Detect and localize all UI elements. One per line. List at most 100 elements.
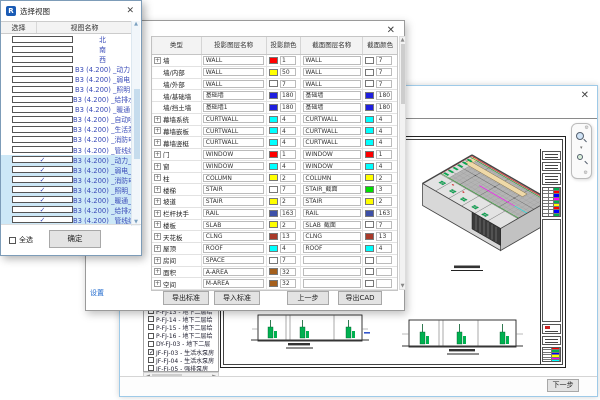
proj-color-swatch[interactable]: [269, 280, 278, 287]
sect-aci-input[interactable]: 4: [376, 127, 392, 136]
sect-layer-input[interactable]: SLAB_截面: [303, 221, 361, 230]
expand-icon[interactable]: +: [154, 221, 161, 228]
sect-layer-input[interactable]: COLUMN: [303, 174, 361, 183]
sect-color-swatch[interactable]: [365, 280, 374, 287]
view-item[interactable]: ✓B3 (4.200) _照明_出图: [1, 185, 132, 195]
view-item[interactable]: B3 (4.200) _管线综合: [1, 145, 132, 155]
proj-color-swatch[interactable]: [269, 210, 278, 217]
sect-layer-input[interactable]: CURTWALL: [303, 127, 361, 136]
sect-color-swatch[interactable]: [365, 57, 374, 64]
magnifier-zoom-icon[interactable]: [576, 132, 584, 140]
proj-layer-input[interactable]: COLUMN: [203, 174, 264, 183]
export-standard-button[interactable]: 导出标准: [163, 291, 209, 305]
sect-aci-input[interactable]: 7: [376, 68, 392, 77]
sect-aci-input[interactable]: 163: [376, 209, 392, 218]
table-scrollbar[interactable]: ▲ ▼: [399, 36, 406, 290]
view-item[interactable]: B3 (4.200) _消防电: [1, 134, 132, 144]
ok-button[interactable]: 确定: [49, 230, 101, 248]
view-item[interactable]: B3 (4.200) _暖通: [1, 104, 132, 114]
proj-layer-input[interactable]: WALL: [203, 56, 264, 65]
sect-layer-input[interactable]: [303, 256, 361, 265]
scroll-thumb[interactable]: [134, 89, 140, 159]
sect-aci-input[interactable]: 4: [376, 162, 392, 171]
proj-aci-input[interactable]: 4: [280, 162, 296, 171]
proj-layer-input[interactable]: 基础墙: [203, 91, 264, 100]
proj-layer-input[interactable]: SPACE: [203, 256, 264, 265]
proj-aci-input[interactable]: 7: [280, 185, 296, 194]
proj-aci-input[interactable]: 50: [280, 68, 296, 77]
sect-layer-input[interactable]: STAIR: [303, 197, 361, 206]
proj-aci-input[interactable]: 13: [280, 232, 296, 241]
proj-layer-input[interactable]: CURTWALL: [203, 127, 264, 136]
sect-color-swatch[interactable]: [365, 92, 374, 99]
view-item[interactable]: 西: [1, 54, 132, 64]
magnifier-fit-icon[interactable]: [577, 154, 583, 160]
settings-link[interactable]: 设置: [90, 288, 104, 298]
expand-icon[interactable]: +: [154, 186, 161, 193]
sect-color-swatch[interactable]: [365, 151, 374, 158]
sect-color-swatch[interactable]: [365, 104, 374, 111]
expand-icon[interactable]: +: [154, 268, 161, 275]
proj-aci-input[interactable]: 7: [280, 80, 296, 89]
view-checkbox[interactable]: ✓: [12, 166, 73, 173]
view-item[interactable]: B3 (4.200) _照明: [1, 84, 132, 94]
sect-aci-input[interactable]: 2: [376, 197, 392, 206]
view-checkbox[interactable]: [12, 36, 73, 43]
sect-layer-input[interactable]: WINDOW: [303, 162, 361, 171]
sect-aci-input[interactable]: 7: [376, 221, 392, 230]
proj-layer-input[interactable]: WALL: [203, 68, 264, 77]
sheet-checkbox[interactable]: [148, 333, 154, 339]
expand-icon[interactable]: +: [154, 151, 161, 158]
sheet-checkbox[interactable]: [148, 341, 154, 347]
previous-step-button[interactable]: 上一步: [287, 291, 329, 305]
sect-layer-input[interactable]: WALL: [303, 80, 361, 89]
expand-icon[interactable]: +: [154, 174, 161, 181]
scroll-down-icon[interactable]: ▼: [400, 283, 405, 289]
proj-color-swatch[interactable]: [269, 127, 278, 134]
view-checkbox[interactable]: [12, 116, 73, 123]
proj-aci-input[interactable]: 32: [280, 279, 296, 288]
expand-icon[interactable]: +: [154, 257, 161, 264]
gear-icon[interactable]: ⚙: [585, 126, 589, 131]
sheet-checkbox[interactable]: [148, 365, 154, 371]
sect-aci-input[interactable]: 3: [376, 185, 392, 194]
sect-aci-input[interactable]: 180: [376, 91, 392, 100]
proj-layer-input[interactable]: 基础墙1: [203, 103, 264, 112]
view-checkbox[interactable]: [12, 146, 73, 153]
proj-color-swatch[interactable]: [269, 198, 278, 205]
proj-color-swatch[interactable]: [269, 116, 278, 123]
sect-layer-input[interactable]: 基础墙: [303, 103, 361, 112]
view-checkbox[interactable]: [12, 136, 73, 143]
sheet-checkbox[interactable]: ✓: [148, 349, 154, 355]
proj-color-swatch[interactable]: [269, 69, 278, 76]
view-item[interactable]: ✓B3 (4.200) _暖通_出图: [1, 195, 132, 205]
proj-layer-input[interactable]: WALL: [203, 80, 264, 89]
proj-aci-input[interactable]: 2: [280, 174, 296, 183]
sect-aci-input[interactable]: 4: [376, 244, 392, 253]
scroll-up-icon[interactable]: ▲: [400, 37, 405, 43]
proj-color-swatch[interactable]: [269, 257, 278, 264]
proj-layer-input[interactable]: CURTWALL: [203, 138, 264, 147]
proj-color-swatch[interactable]: [269, 268, 278, 275]
expand-icon[interactable]: +: [154, 139, 161, 146]
proj-aci-input[interactable]: 180: [280, 103, 296, 112]
sect-color-swatch[interactable]: [365, 116, 374, 123]
next-step-button[interactable]: 下一步: [547, 379, 579, 392]
view-checkbox[interactable]: [12, 106, 73, 113]
proj-layer-input[interactable]: STAIR: [203, 197, 264, 206]
sect-aci-input[interactable]: 180: [376, 103, 392, 112]
import-standard-button[interactable]: 导入标准: [214, 291, 260, 305]
list-scrollbar[interactable]: ▲ ▼: [131, 21, 140, 226]
proj-aci-input[interactable]: 163: [280, 209, 296, 218]
view-checkbox[interactable]: [12, 86, 73, 93]
sect-aci-input[interactable]: 1: [376, 150, 392, 159]
proj-color-swatch[interactable]: [269, 221, 278, 228]
view-item[interactable]: B3 (4.200) _生活泵房: [1, 124, 132, 134]
view-item[interactable]: B3 (4.200) _给排水: [1, 94, 132, 104]
view-checkbox[interactable]: ✓: [12, 196, 73, 203]
proj-layer-input[interactable]: CLNG: [203, 232, 264, 241]
proj-color-swatch[interactable]: [269, 245, 278, 252]
view-item[interactable]: ✓B3 (4.200) _弱电_出图: [1, 165, 132, 175]
proj-color-swatch[interactable]: [269, 104, 278, 111]
proj-layer-input[interactable]: SLAB: [203, 221, 264, 230]
